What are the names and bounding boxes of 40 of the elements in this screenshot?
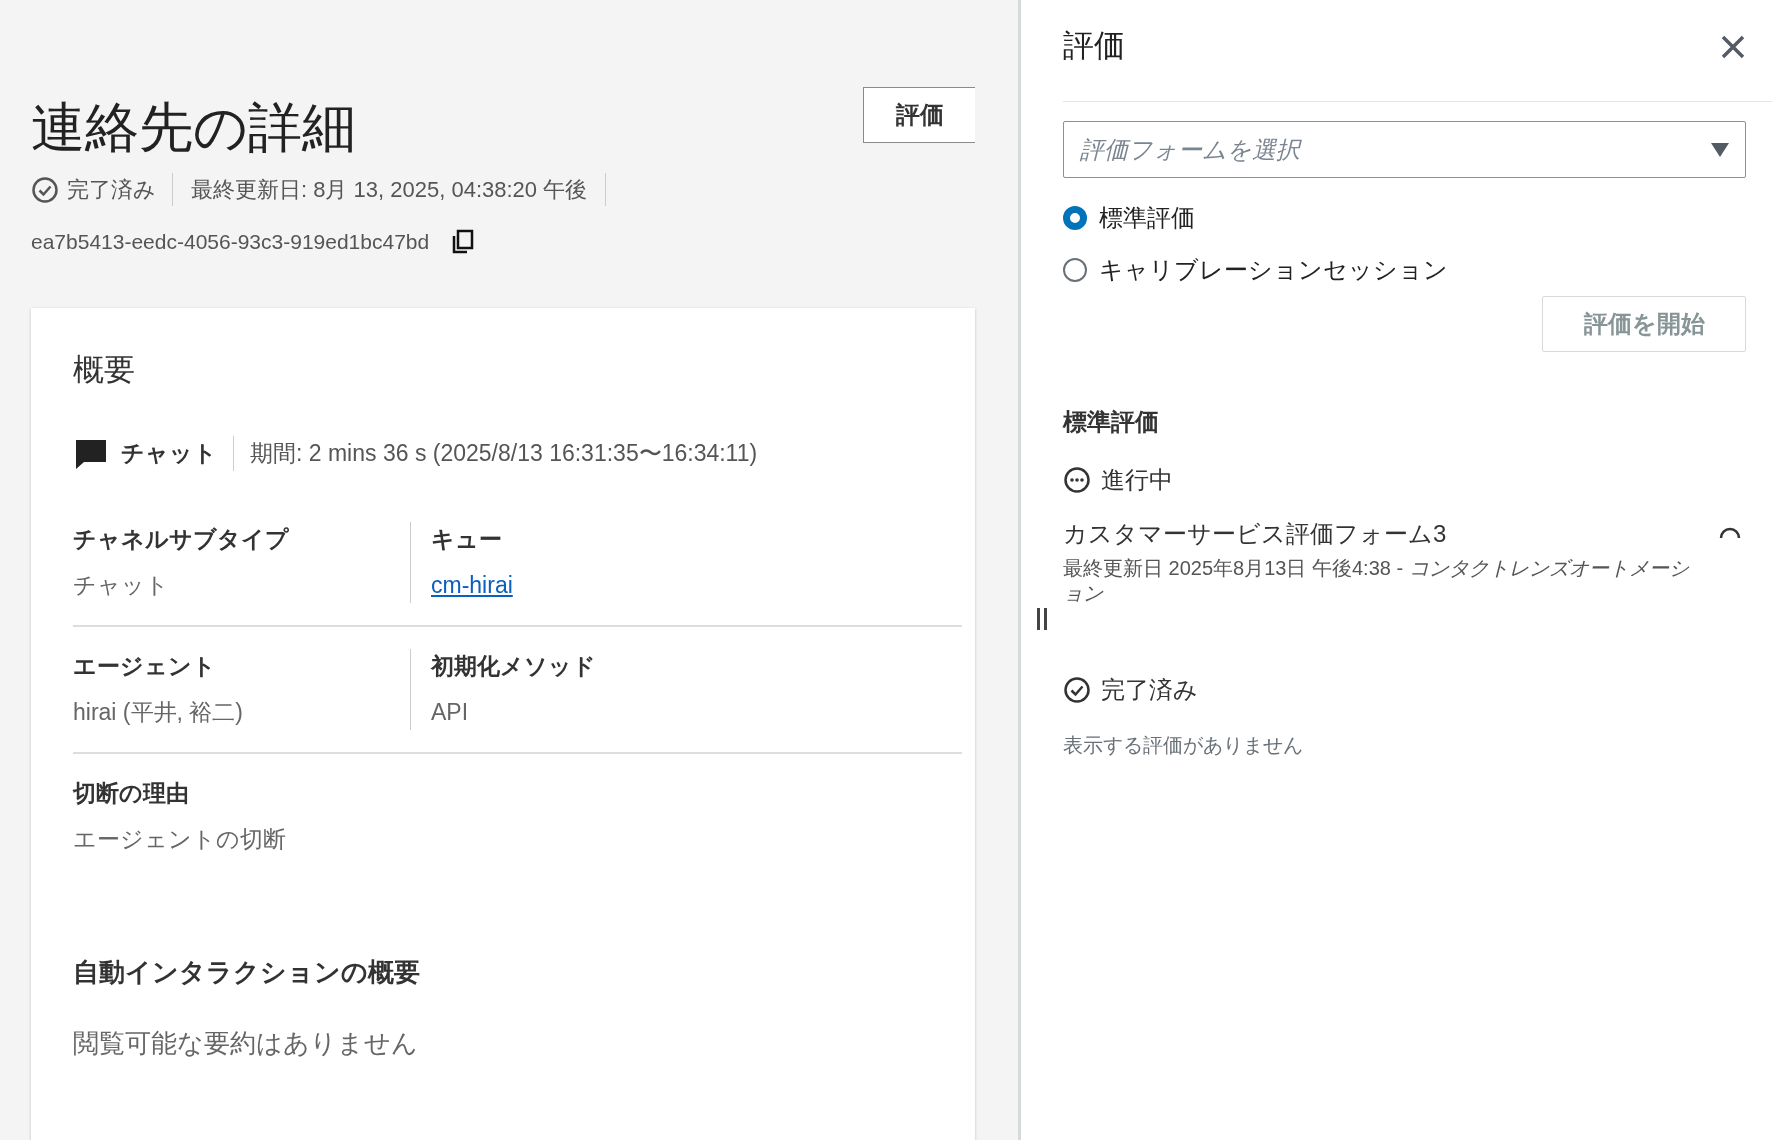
resize-handle-icon[interactable] — [1036, 608, 1048, 630]
field-label: 切断の理由 — [73, 778, 190, 808]
status-text: 進行中 — [1101, 465, 1173, 495]
field-value: API — [431, 698, 470, 727]
section-heading: 自動インタラクションの概要 — [73, 955, 421, 989]
form-select[interactable]: 評価フォームを選択 — [1063, 121, 1746, 178]
last-updated-text: 最終更新日: 8月 13, 2025, 04:38:20 午後 — [173, 173, 607, 206]
field-label: チャネルサブタイプ — [73, 524, 290, 554]
field-label: 初期化メソッド — [431, 651, 596, 681]
status-text: 完了済み — [1101, 675, 1198, 705]
duration-text: 期間: 2 mins 36 s (2025/8/13 16:31:35〜16:34:11) — [250, 439, 758, 469]
caret-icon — [1711, 142, 1729, 157]
radio-label: キャリブレーションセッション — [1099, 255, 1448, 285]
panel-title: 評価 — [1063, 27, 1125, 66]
channel-text: チャット — [121, 436, 234, 471]
field-value: チャット — [73, 571, 170, 600]
empty-state-text: 表示する評価がありません — [1063, 733, 1304, 758]
close-icon[interactable] — [1720, 33, 1746, 60]
evaluation-meta-text: 最終更新日 2025年8月13日 午後4:38 - コンタクトレンズオートメーション — [1063, 556, 1690, 606]
radio-label: 標準評価 — [1099, 203, 1195, 233]
field-label: エージェント — [73, 651, 217, 681]
page-title: 連絡先の詳細 — [31, 96, 356, 159]
check-circle-icon — [1063, 676, 1091, 704]
copy-icon[interactable] — [451, 228, 476, 255]
evaluation-form-name[interactable]: カスタマーサービス評価フォーム3 — [1063, 516, 1703, 552]
contact-id: ea7b5413-eedc-4056-93c3-919ed1bc47bd — [31, 229, 430, 255]
field-label: キュー — [431, 524, 503, 554]
evaluate-button[interactable]: 評価 — [863, 87, 975, 143]
field-value: エージェントの切断 — [73, 825, 287, 854]
radio-button[interactable] — [1063, 206, 1087, 230]
select-placeholder: 評価フォームを選択 — [1080, 134, 1300, 165]
radio-button[interactable] — [1063, 258, 1087, 282]
empty-summary-text: 閲覧可能な要約はありません — [73, 1026, 419, 1060]
queue-link[interactable]: cm-hirai — [431, 568, 513, 603]
check-circle-icon — [31, 175, 59, 204]
field-value: hirai (平井, 裕二) — [73, 698, 244, 727]
section-title: 概要 — [73, 350, 136, 389]
status-text: 完了済み — [67, 173, 173, 206]
section-heading: 標準評価 — [1063, 407, 1160, 437]
in-progress-icon — [1063, 466, 1091, 494]
